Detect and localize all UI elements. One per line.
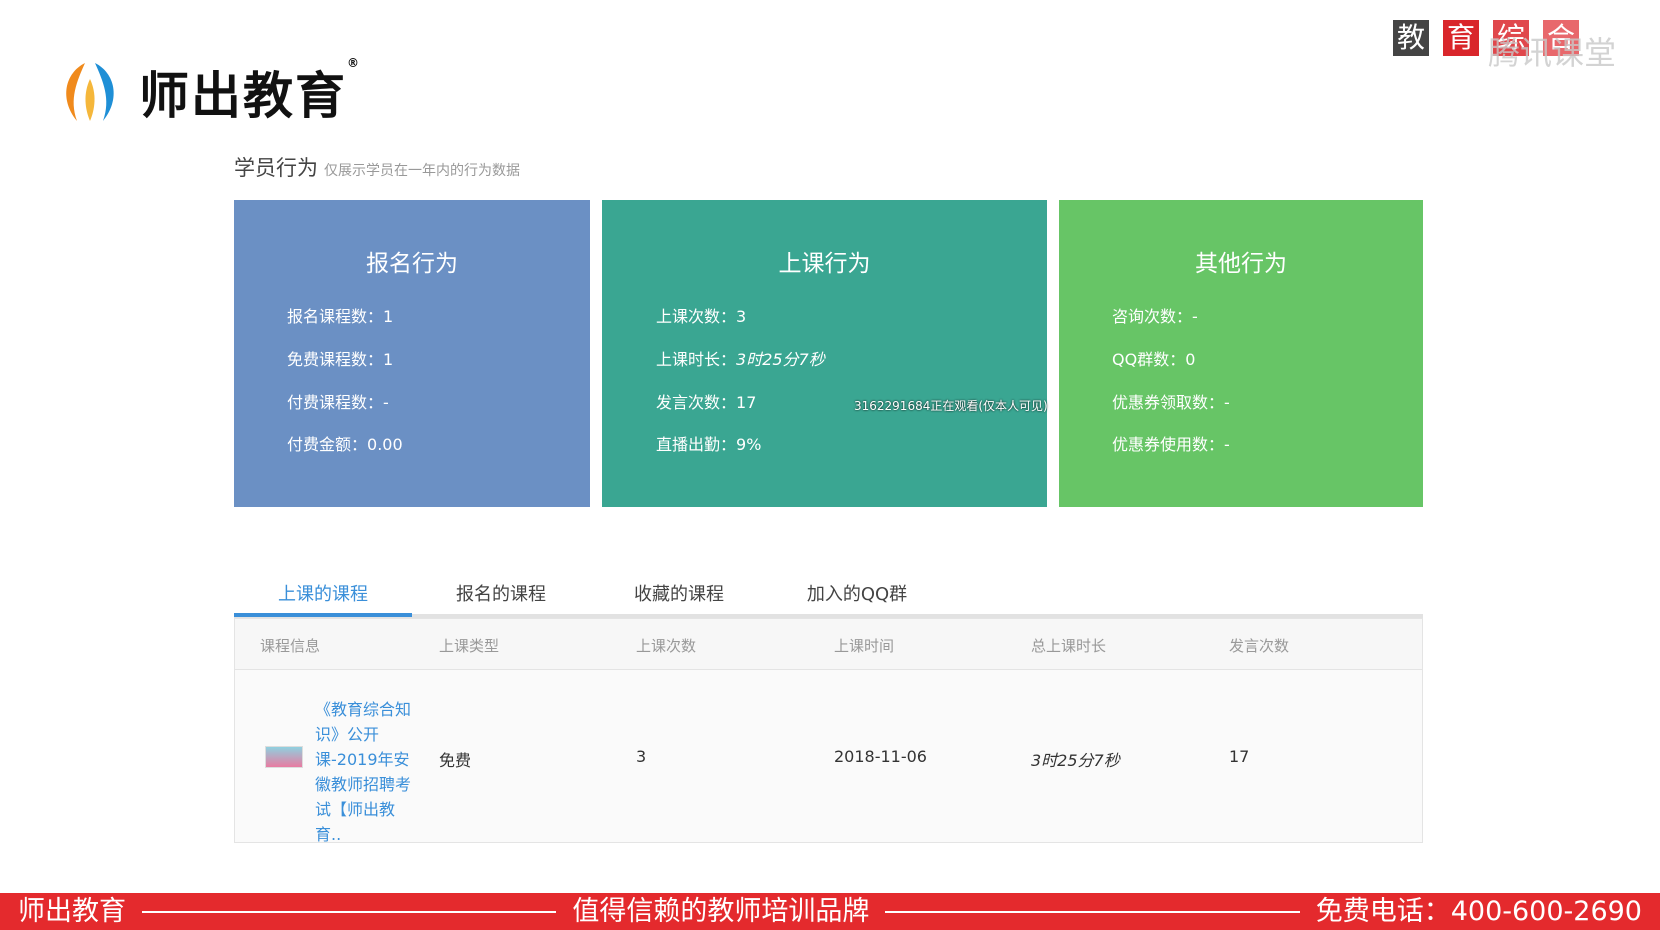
cell-speaks: 17 <box>1229 747 1250 766</box>
tab-active-indicator <box>234 613 412 617</box>
col-header: 上课时间 <box>834 637 895 655</box>
table-row: 《教育综合知识》公开课-2019年安徽教师招聘考试【师出教育.. 免费 3 20… <box>235 670 1422 844</box>
card-title: 报名行为 <box>366 251 458 277</box>
section-title: 学员行为 <box>234 156 318 180</box>
course-thumbnail[interactable] <box>265 746 303 768</box>
card-item: 上课时长：3时25分7秒 <box>656 350 825 369</box>
footer-phone: 免费电话：400-600-2690 <box>1315 896 1642 927</box>
section-subtitle: 仅展示学员在一年内的行为数据 <box>324 163 520 179</box>
table-header: 课程信息 上课类型 上课次数 上课时间 总上课时长 发言次数 <box>235 619 1422 670</box>
col-header: 上课次数 <box>636 637 697 655</box>
col-header: 上课类型 <box>439 637 500 655</box>
tab-attended-courses[interactable]: 上课的课程 <box>234 580 412 606</box>
footer-divider <box>885 910 1300 913</box>
brand-name: 师出教育 <box>139 67 347 125</box>
wm-char: 教 <box>1393 20 1429 56</box>
footer-banner: 师出教育 值得信赖的教师培训品牌 免费电话：400-600-2690 <box>0 893 1660 930</box>
watermark: 教 育 综 合 腾讯课堂 <box>1393 20 1616 72</box>
card-item: 付费金额：0.00 <box>287 435 403 454</box>
col-header: 课程信息 <box>260 637 321 655</box>
card-item: 发言次数：17 <box>656 393 757 412</box>
card-item: 咨询次数：- <box>1112 307 1198 326</box>
card-title: 上课行为 <box>778 251 871 277</box>
card-item: 直播出勤：9% <box>656 435 762 454</box>
section-heading: 学员行为 仅展示学员在一年内的行为数据 <box>234 152 520 182</box>
course-link[interactable]: 《教育综合知识》公开课-2019年安徽教师招聘考试【师出教育.. <box>315 697 420 847</box>
cell-count: 3 <box>636 747 647 766</box>
wm-text: 腾讯课堂 <box>1488 34 1617 72</box>
cell-duration: 3时25分7秒 <box>1031 751 1120 770</box>
tab-favorite-courses[interactable]: 收藏的课程 <box>590 580 768 606</box>
viewer-overlay: 3162291684正在观看(仅本人可见) <box>854 399 1048 413</box>
card-item: 报名课程数：1 <box>287 307 394 326</box>
card-title: 其他行为 <box>1195 251 1287 277</box>
card-item: 优惠券领取数：- <box>1112 393 1230 412</box>
flame-logo-icon <box>55 59 125 125</box>
card-item: QQ群数：0 <box>1112 350 1196 369</box>
card-item: 上课次数：3 <box>656 307 747 326</box>
cell-date: 2018-11-06 <box>834 747 927 766</box>
card-item: 优惠券使用数：- <box>1112 435 1230 454</box>
footer-divider <box>142 910 557 913</box>
course-table: 课程信息 上课类型 上课次数 上课时间 总上课时长 发言次数 《教育综合知识》公… <box>234 618 1423 844</box>
brand-reg: ® <box>347 56 361 70</box>
col-header: 发言次数 <box>1229 637 1290 655</box>
tab-enrolled-courses[interactable]: 报名的课程 <box>412 580 590 606</box>
card-item: 免费课程数：1 <box>287 350 394 369</box>
col-header: 总上课时长 <box>1031 637 1107 655</box>
card-item: 付费课程数：- <box>287 393 389 412</box>
wm-char: 育 <box>1443 20 1479 56</box>
footer-brand: 师出教育 <box>18 896 126 927</box>
tab-qq-groups[interactable]: 加入的QQ群 <box>768 580 946 606</box>
card-other: 其他行为 咨询次数：- QQ群数：0 优惠券领取数：- 优惠券使用数：- <box>1059 200 1423 507</box>
footer-slogan: 值得信赖的教师培训品牌 <box>572 896 870 927</box>
brand-logo: 师出教育® <box>55 56 361 126</box>
card-class: 上课行为 上课次数：3 上课时长：3时25分7秒 发言次数：17 直播出勤：9% <box>602 200 1047 507</box>
cell-type: 免费 <box>439 751 472 770</box>
card-enroll: 报名行为 报名课程数：1 免费课程数：1 付费课程数：- 付费金额：0.00 <box>234 200 590 507</box>
